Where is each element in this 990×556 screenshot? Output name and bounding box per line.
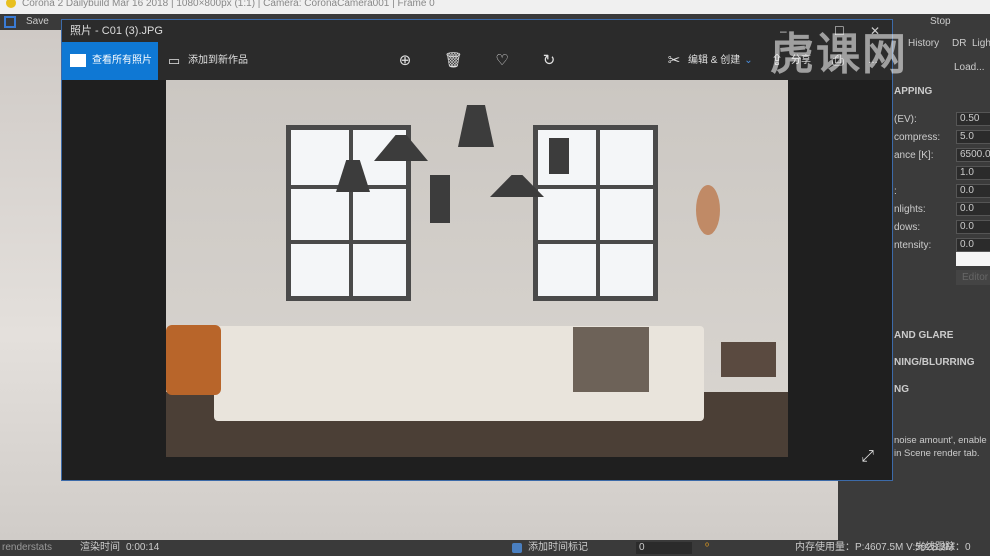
setting-input[interactable]: 0.0 (956, 202, 990, 216)
slideshow-icon: ▭ (167, 53, 181, 68)
hint-text: noise amount', enable in Scene render tab… (894, 434, 987, 460)
section-tonemapping[interactable]: APPING (894, 86, 932, 97)
marker-icon (512, 543, 522, 553)
tab-dr[interactable]: DR (952, 38, 966, 49)
side-cabinet (721, 342, 776, 377)
setting-row: ance [K]: 6500.0 (894, 148, 990, 162)
setting-row: (EV): 0.50 (894, 112, 990, 126)
add-to-creation-label: 添加到新作品 (188, 55, 248, 66)
app-title: Corona 2 Dailybuild Mar 16 2018 | 1080×8… (22, 0, 435, 9)
view-all-photos-button[interactable]: 查看所有照片 (62, 42, 158, 80)
color-swatch[interactable] (956, 252, 990, 266)
add-marker-button[interactable]: 添加时间标记 (528, 540, 588, 556)
setting-label: ntensity: (894, 240, 932, 251)
editor-button[interactable]: Editor (956, 270, 990, 285)
save-icon (4, 16, 16, 28)
frame-spinner[interactable]: 0 (636, 542, 692, 554)
setting-input[interactable]: 5.0 (956, 130, 990, 144)
tab-history[interactable]: History (908, 38, 939, 49)
corona-logo-icon (6, 0, 16, 8)
photos-app-window: 照片 - C01 (3).JPG – ☐ ✕ 查看所有照片 ▭ 添加到新作品 ⊕ … (61, 19, 893, 481)
setting-label: ance [K]: (894, 150, 934, 161)
setting-label: compress: (894, 132, 941, 143)
hint-line: noise amount', enable (894, 435, 987, 446)
setting-label: (EV): (894, 114, 917, 125)
setting-row: ntensity: 0.0 (894, 238, 990, 252)
window-title: 照片 - C01 (3).JPG (70, 25, 163, 37)
watermark-logo: 虎课网 (770, 30, 908, 79)
save-label: Save (26, 16, 49, 27)
save-button[interactable]: Save (2, 15, 49, 29)
status-dropdown[interactable]: renderstats (2, 540, 52, 556)
tab-light[interactable]: Ligh (972, 38, 990, 49)
pendant-lamp (549, 138, 569, 174)
setting-input[interactable]: 1.0 (956, 166, 990, 180)
app-title-bar: Corona 2 Dailybuild Mar 16 2018 | 1080×8… (0, 0, 990, 14)
key-icon: ⁰ (705, 542, 710, 553)
setting-label: : (894, 186, 897, 197)
setting-input[interactable]: 0.50 (956, 112, 990, 126)
add-to-creation-button[interactable]: ▭ 添加到新作品 (166, 42, 248, 80)
section-sharpening[interactable]: NING/BLURRING (894, 357, 975, 368)
chair (573, 327, 649, 392)
setting-input[interactable]: 0.0 (956, 184, 990, 198)
render-time-label: 渲染时间 (80, 542, 120, 553)
section-bloom-glare[interactable]: AND GLARE (894, 330, 953, 341)
setting-input[interactable]: 6500.0 (956, 148, 990, 162)
view-all-label: 查看所有照片 (92, 55, 152, 66)
stop-button[interactable]: Stop (930, 16, 951, 27)
photo-image (166, 80, 788, 457)
zoom-in-icon[interactable]: ⊕ (397, 53, 413, 69)
load-button[interactable]: Load... (954, 62, 985, 73)
setting-row: nlights: 0.0 (894, 202, 990, 216)
edit-icon: ✂ (667, 52, 681, 69)
pendant-lamp (430, 175, 450, 223)
ray-trace-count: 光线跟踪：0 (915, 542, 971, 553)
heart-icon[interactable]: ♡ (494, 53, 510, 69)
setting-label: dows: (894, 222, 921, 233)
expand-icon[interactable]: ⤢ (861, 448, 874, 466)
viewer-title-bar: 照片 - C01 (3).JPG – ☐ ✕ (62, 20, 892, 42)
image-icon (70, 54, 86, 67)
section-denoising[interactable]: NG (894, 384, 909, 395)
viewer-toolbar: 查看所有照片 ▭ 添加到新作品 ⊕ 🗑 ♡ ↻ ✂ 编辑 & 创建 ⌄ ⇪ 分享 ⎙ … (62, 42, 892, 80)
rotate-icon[interactable]: ↻ (541, 53, 557, 69)
status-bar: renderstats 渲染时间 0:00:14 添加时间标记 0 ⁰ 内存使用… (0, 540, 990, 556)
setting-input[interactable]: 0.0 (956, 238, 990, 252)
setting-row: compress: 5.0 (894, 130, 990, 144)
wall-mask (696, 185, 720, 235)
edit-create-button[interactable]: ✂ 编辑 & 创建 ⌄ (666, 42, 753, 80)
render-time-value: 0:00:14 (126, 542, 160, 553)
setting-input[interactable]: 0.0 (956, 220, 990, 234)
setting-label: nlights: (894, 204, 926, 215)
setting-row: : 0.0 (894, 184, 990, 198)
armchair (166, 325, 221, 395)
setting-row: dows: 0.0 (894, 220, 990, 234)
edit-create-label: 编辑 & 创建 (688, 55, 741, 66)
chevron-down-icon: ⌄ (744, 55, 753, 66)
delete-icon[interactable]: 🗑 (444, 53, 463, 69)
hint-line: in Scene render tab. (894, 448, 980, 459)
